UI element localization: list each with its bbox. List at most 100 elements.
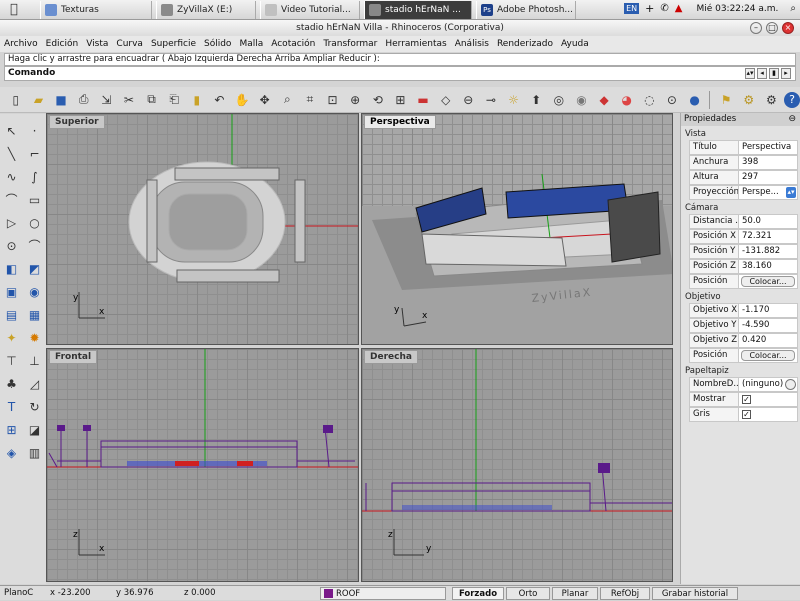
command-next-button[interactable]: ▸ [781, 68, 791, 79]
ellipse-icon[interactable]: ⊙ [1, 235, 22, 256]
properties-icon[interactable]: ⊖ [459, 90, 479, 110]
layer-icon[interactable]: ◇ [436, 90, 456, 110]
point-icon[interactable]: ⊸ [481, 90, 501, 110]
task-zyvillax[interactable]: ZyVillaX (E:) [156, 1, 256, 19]
gray-wallpaper-checkbox[interactable]: ✓ [742, 410, 751, 419]
osnap-button[interactable]: RefObj [600, 587, 650, 600]
menu-edicion[interactable]: Edición [46, 39, 79, 49]
menu-acotacion[interactable]: Acotación [271, 39, 315, 49]
point-icon[interactable]: · [24, 120, 45, 141]
task-texturas[interactable]: Texturas [40, 1, 152, 19]
menu-superficie[interactable]: Superficie [151, 39, 196, 49]
menu-archivo[interactable]: Archivo [4, 39, 38, 49]
new-file-icon[interactable]: ▯ [6, 90, 26, 110]
render-icon[interactable]: ● [685, 90, 705, 110]
surface-icon[interactable]: ◧ [1, 258, 22, 279]
task-rhino[interactable]: stadio hErNaN ... [364, 1, 472, 19]
car-icon[interactable]: ▬ [413, 90, 433, 110]
extrude-surface-icon[interactable]: ◩ [24, 258, 45, 279]
wireframe-icon[interactable]: ◎ [549, 90, 569, 110]
fillet-icon[interactable]: ⌒ [24, 235, 45, 256]
viewport-label[interactable]: Frontal [49, 350, 98, 364]
menu-herramientas[interactable]: Herramientas [385, 39, 446, 49]
prop-value[interactable]: 0.420 [739, 333, 798, 348]
undo-icon[interactable]: ↶ [210, 90, 230, 110]
target-place-button[interactable]: Colocar... [741, 350, 795, 361]
command-input[interactable] [55, 68, 735, 79]
settings-gear-icon[interactable]: ⚙ [739, 90, 759, 110]
viewport-right[interactable]: Derecha z y [361, 348, 673, 582]
options-icon[interactable]: ⚙ [762, 90, 782, 110]
polygon-icon[interactable]: ▷ [1, 212, 22, 233]
ortho-button[interactable]: Orto [506, 587, 550, 600]
cylinder-icon[interactable]: ▤ [1, 304, 22, 325]
polyline-icon[interactable]: ⌐ [24, 143, 45, 164]
language-indicator[interactable]: EN [624, 3, 640, 14]
rectangle-icon[interactable]: ▭ [24, 189, 45, 210]
transform-icon[interactable]: ⊤ [1, 350, 22, 371]
line-icon[interactable]: ╲ [1, 143, 22, 164]
cut-icon[interactable]: ✂ [119, 90, 139, 110]
prop-value[interactable]: -4.590 [739, 318, 798, 333]
print-icon[interactable]: ⎙ [74, 90, 94, 110]
viewport-perspective[interactable]: ZyVillaX Perspectiva y x [361, 113, 673, 345]
box-icon[interactable]: ▣ [1, 281, 22, 302]
rotate-view-icon[interactable]: ⟲ [368, 90, 388, 110]
menu-curva[interactable]: Curva [116, 39, 143, 49]
circle-icon[interactable]: ○ [24, 212, 45, 233]
four-viewports-icon[interactable]: ⊞ [391, 90, 411, 110]
task-photoshop[interactable]: Ps Adobe Photosh... [476, 1, 576, 19]
prop-value[interactable]: 398 [739, 155, 798, 170]
apple-menu-icon[interactable]:  [10, 2, 18, 17]
group-icon[interactable]: ♣ [1, 373, 22, 394]
maximize-button[interactable]: □ [766, 22, 778, 34]
prop-value[interactable]: 297 [739, 170, 798, 185]
viewport-front[interactable]: Frontal z x [46, 348, 359, 582]
mesh-icon[interactable]: ▦ [24, 304, 45, 325]
prop-value[interactable]: -131.882 [739, 244, 798, 259]
copy-icon[interactable]: ⧉ [142, 90, 162, 110]
panel-menu-icon[interactable]: ⊖ [788, 113, 796, 126]
import-icon[interactable]: ⇲ [97, 90, 117, 110]
dropdown-arrow-icon[interactable]: ▴▾ [786, 187, 796, 198]
prop-value[interactable]: 72.321 [739, 229, 798, 244]
sphere-icon[interactable]: ◉ [24, 281, 45, 302]
drafting-icon[interactable]: ▥ [24, 442, 45, 463]
shaded-icon[interactable]: ◉ [572, 90, 592, 110]
planar-button[interactable]: Planar [552, 587, 598, 600]
menu-ayuda[interactable]: Ayuda [561, 39, 589, 49]
zoom-window-icon[interactable]: ⌗ [300, 90, 320, 110]
clipboard-icon[interactable]: ▮ [187, 90, 207, 110]
command-prev-button[interactable]: ◂ [757, 68, 767, 79]
save-icon[interactable]: ■ [51, 90, 71, 110]
task-video-tutorial[interactable]: Video Tutorial... [260, 1, 360, 19]
menu-vista[interactable]: Vista [86, 39, 108, 49]
menu-renderizado[interactable]: Renderizado [497, 39, 553, 49]
help-icon[interactable]: ? [784, 91, 800, 108]
scale-icon[interactable]: ◿ [24, 373, 45, 394]
light-bulb-icon[interactable]: ☼ [504, 90, 524, 110]
array-icon[interactable]: ⊞ [1, 419, 22, 440]
snap-button[interactable]: Forzado [452, 587, 504, 600]
command-slider-handle[interactable]: ▮ [769, 68, 779, 79]
select-icon[interactable]: ⬆ [526, 90, 546, 110]
zoom-selected-icon[interactable]: ⊕ [345, 90, 365, 110]
phone-icon[interactable]: ✆ [660, 3, 668, 14]
prop-value[interactable]: 38.160 [739, 259, 798, 274]
move-icon[interactable]: ✥ [255, 90, 275, 110]
search-icon[interactable]: ⌕ [790, 3, 796, 14]
add-icon[interactable]: + [645, 2, 654, 15]
camera-place-button[interactable]: Colocar... [741, 276, 795, 287]
viewport-label[interactable]: Derecha [364, 350, 418, 364]
open-folder-icon[interactable]: ▰ [29, 90, 49, 110]
material-icon[interactable]: ◌ [640, 90, 660, 110]
color-wheel-icon[interactable]: ◕ [617, 90, 637, 110]
zoom-icon[interactable]: ⌕ [278, 90, 298, 110]
curve-icon[interactable]: ∿ [1, 166, 22, 187]
zoom-extents-icon[interactable]: ⊡ [323, 90, 343, 110]
align-icon[interactable]: ⊥ [24, 350, 45, 371]
pan-hand-icon[interactable]: ✋ [232, 90, 252, 110]
menu-solido[interactable]: Sólido [204, 39, 231, 49]
render-mesh-icon[interactable]: ◈ [1, 442, 22, 463]
prop-value[interactable]: 50.0 [739, 214, 798, 229]
